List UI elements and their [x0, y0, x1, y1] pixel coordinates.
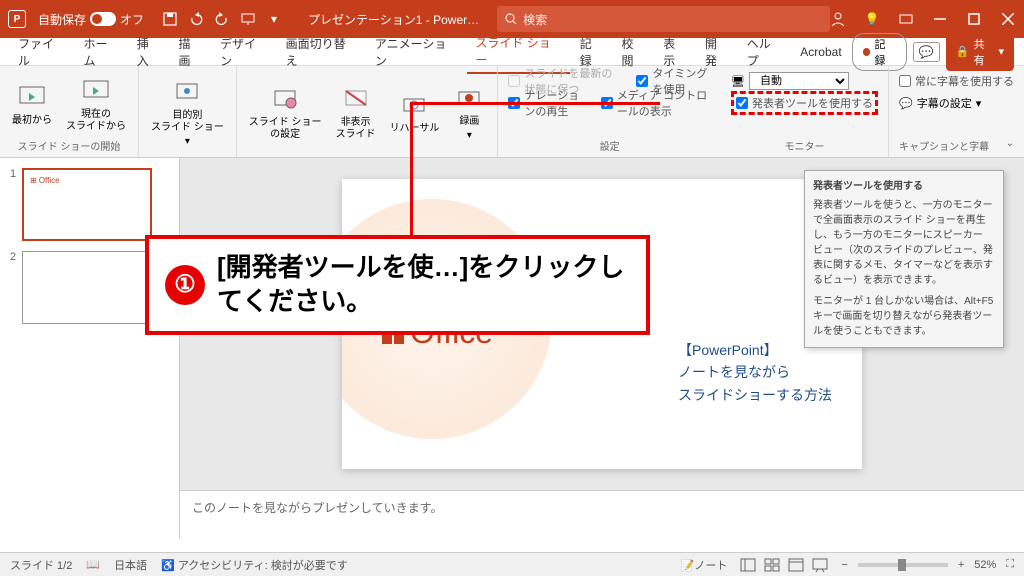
statusbar: スライド 1/2 📖 日本語 ♿ アクセシビリティ: 検討が必要です 📝ノート …	[0, 552, 1024, 576]
monitor-select[interactable]: 自動	[749, 72, 849, 90]
notes-toggle[interactable]: 📝ノート	[681, 557, 728, 573]
sorter-view-icon[interactable]	[761, 556, 783, 574]
tab-acrobat[interactable]: Acrobat	[792, 41, 849, 63]
record-slideshow-button[interactable]: 録画▾	[449, 70, 489, 153]
zoom-in-icon[interactable]: +	[958, 559, 964, 571]
monitor-icon: 🖥	[731, 75, 745, 88]
search-icon	[505, 13, 517, 25]
presenter-view-checkbox[interactable]: 発表者ツールを使用する	[736, 95, 873, 111]
always-subtitle-checkbox[interactable]: 常に字幕を使用する	[899, 73, 1014, 89]
custom-slideshow-button[interactable]: 目的別 スライド ショー▾	[147, 70, 228, 153]
slide-thumbnails: 1 ⊞ Office 2	[0, 158, 180, 538]
normal-view-icon[interactable]	[737, 556, 759, 574]
ribbon: 最初から 現在の スライドから スライド ショーの開始 目的別 スライド ショー…	[0, 66, 1024, 158]
zoom-slider[interactable]	[858, 563, 948, 567]
zoom-level[interactable]: 52%	[974, 559, 996, 571]
group-label-monitor: モニター	[731, 138, 878, 153]
callout-text: [開発者ツールを使…]をクリックしてください。	[217, 251, 630, 319]
instruction-callout: ① [開発者ツールを使…]をクリックしてください。	[145, 235, 650, 335]
presenter-tooltip: 発表者ツールを使用する 発表者ツールを使うと、一方のモニターで全画面表示のスライ…	[804, 170, 1004, 348]
share-button[interactable]: 🔒 共有 ▾	[946, 33, 1014, 71]
fit-window-icon[interactable]: ⛶	[1006, 558, 1014, 571]
group-label-settings: 設定	[508, 138, 711, 153]
group-label-captions: キャプションと字幕	[899, 138, 989, 153]
maximize-icon[interactable]	[966, 11, 982, 27]
hide-slide-button[interactable]: 非表示 スライド	[332, 70, 380, 153]
reading-view-icon[interactable]	[785, 556, 807, 574]
thumb-number: 1	[10, 168, 16, 241]
notes-pane[interactable]: このノートを見ながらプレゼンしていきます。	[180, 490, 1024, 538]
save-icon[interactable]	[162, 11, 178, 27]
group-label-start: スライド ショーの開始	[8, 138, 130, 153]
rehearse-button[interactable]: リハーサル	[386, 70, 444, 153]
slideshow-view-icon[interactable]	[809, 556, 831, 574]
record-button[interactable]: 記録	[852, 33, 907, 71]
present-icon[interactable]	[240, 11, 256, 27]
close-icon[interactable]	[1000, 11, 1016, 27]
slide-counter: スライド 1/2	[10, 557, 72, 573]
language-status[interactable]: 日本語	[114, 557, 147, 573]
ribbon-options-icon[interactable]	[898, 11, 914, 27]
slide-title-text: 【PowerPoint】 ノートを見ながら スライドショーする方法	[678, 339, 832, 406]
thumb-number: 2	[10, 251, 16, 324]
undo-icon[interactable]	[188, 11, 204, 27]
callout-connector	[410, 102, 660, 105]
thumbnail-1[interactable]: ⊞ Office	[22, 168, 152, 241]
search-input[interactable]: 検索	[497, 6, 830, 32]
zoom-out-icon[interactable]: −	[841, 559, 847, 571]
accessibility-status[interactable]: ♿ アクセシビリティ: 検討が必要です	[161, 557, 348, 573]
app-icon: P	[8, 10, 26, 28]
window-title: プレゼンテーション1 - Power…	[308, 11, 479, 28]
comments-icon[interactable]: 💬	[913, 42, 940, 62]
from-current-button[interactable]: 現在の スライドから	[62, 70, 130, 138]
subtitle-settings-button[interactable]: 💬字幕の設定 ▾	[899, 92, 1014, 114]
minimize-icon[interactable]	[932, 11, 948, 27]
redo-icon[interactable]	[214, 11, 230, 27]
account-icon[interactable]	[830, 11, 846, 27]
spellcheck-icon[interactable]: 📖	[86, 558, 100, 571]
lightbulb-icon[interactable]: 💡	[864, 11, 880, 27]
callout-number: ①	[165, 265, 205, 305]
from-beginning-button[interactable]: 最初から	[8, 70, 56, 138]
thumbnail-2[interactable]	[22, 251, 152, 324]
ribbon-tabs: ファイル ホーム 挿入 描画 デザイン 画面切り替え アニメーション スライド …	[0, 38, 1024, 66]
setup-slideshow-button[interactable]: スライド ショー の設定	[245, 70, 326, 153]
autosave-toggle[interactable]: 自動保存 オフ	[38, 11, 144, 28]
callout-connector	[410, 102, 413, 244]
chevron-down-icon[interactable]: ⌄	[1006, 138, 1014, 153]
qat-more-icon[interactable]: ▾	[266, 11, 282, 27]
